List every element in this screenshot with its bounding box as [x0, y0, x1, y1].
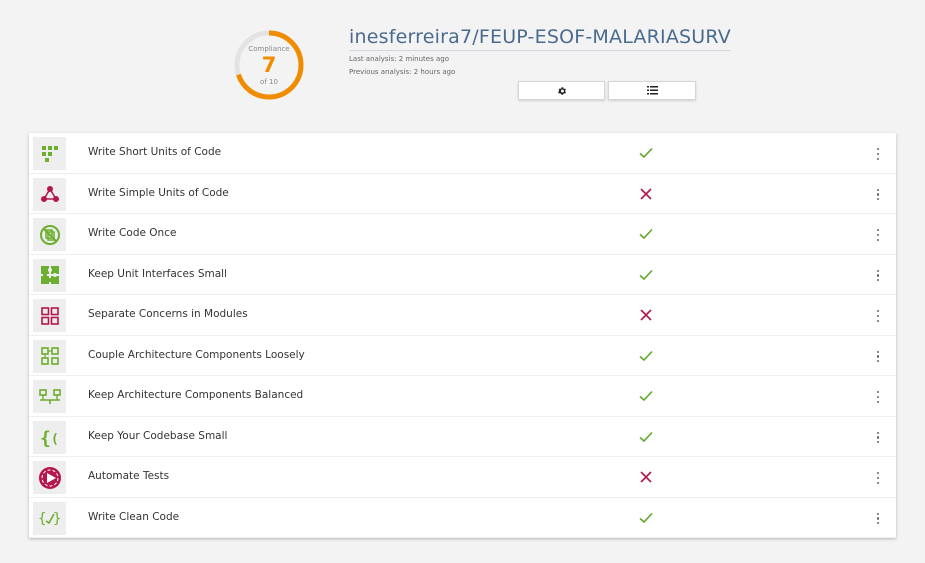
- guideline-label: Write Simple Units of Code: [88, 186, 229, 199]
- guideline-row[interactable]: Keep Unit Interfaces Small: [29, 255, 896, 295]
- guideline-label: Write Code Once: [88, 227, 177, 239]
- previous-analysis-time: Previous analysis: 2 hours ago: [349, 68, 456, 76]
- guideline-row[interactable]: Write Code Once: [29, 214, 896, 255]
- svg-text:{: {: [38, 511, 46, 527]
- guideline-label: Write Short Units of Code: [88, 146, 222, 158]
- simple-units-icon: [33, 177, 66, 211]
- check-icon: [638, 429, 654, 445]
- guideline-row[interactable]: Keep Architecture Components Balanced: [29, 376, 896, 417]
- braces-icon: {(: [33, 420, 66, 454]
- modules-icon: [33, 299, 66, 332]
- cross-icon: [638, 186, 654, 202]
- guidelines-list: Write Short Units of Code Write Simple Un…: [29, 133, 896, 538]
- guideline-row[interactable]: Couple Architecture Components Loosely: [29, 336, 896, 376]
- play-icon: [33, 461, 66, 494]
- guideline-label: Automate Tests: [88, 470, 170, 482]
- compliance-score: 7: [261, 53, 277, 77]
- more-options-icon[interactable]: [872, 470, 884, 486]
- check-icon: [638, 348, 654, 364]
- check-icon: [638, 388, 654, 404]
- clean-code-icon: {}: [33, 501, 66, 535]
- guideline-row[interactable]: Write Short Units of Code: [29, 133, 896, 174]
- list-icon: [646, 86, 658, 95]
- guideline-row[interactable]: Separate Concerns in Modules: [29, 295, 896, 336]
- settings-button[interactable]: [518, 81, 605, 100]
- svg-text:(: (: [51, 432, 59, 447]
- more-options-icon[interactable]: [872, 187, 884, 203]
- guideline-label: Keep Unit Interfaces Small: [88, 267, 227, 280]
- compliance-label: Compliance: [248, 45, 290, 53]
- more-options-icon[interactable]: [872, 268, 884, 284]
- repository-title[interactable]: inesferreira7/FEUP-ESOF-MALARIASURV: [349, 26, 731, 51]
- check-icon: [638, 145, 654, 161]
- guideline-row[interactable]: Automate Tests: [29, 457, 896, 498]
- gear-icon: [557, 86, 566, 95]
- loose-coupling-icon: [33, 339, 66, 373]
- guideline-row[interactable]: {( Keep Your Codebase Small: [29, 417, 896, 457]
- svg-text:}: }: [53, 511, 61, 527]
- cross-icon: [638, 307, 654, 323]
- more-options-icon[interactable]: [872, 511, 884, 527]
- cross-icon: [638, 469, 654, 485]
- guideline-label: Separate Concerns in Modules: [88, 308, 248, 320]
- check-icon: [638, 226, 654, 242]
- code-once-icon: [33, 218, 66, 251]
- check-icon: [638, 267, 654, 283]
- more-options-icon[interactable]: [872, 430, 884, 446]
- list-view-button[interactable]: [608, 81, 696, 100]
- guideline-label: Write Clean Code: [88, 510, 180, 523]
- compliance-gauge: Compliance 7 of 10: [233, 29, 305, 101]
- more-options-icon[interactable]: [872, 146, 884, 162]
- balance-icon: [33, 380, 66, 413]
- more-options-icon[interactable]: [872, 349, 884, 365]
- short-units-icon: [33, 137, 66, 170]
- guideline-label: Keep Architecture Components Balanced: [88, 389, 304, 401]
- more-options-icon[interactable]: [872, 389, 884, 405]
- check-icon: [638, 510, 654, 526]
- more-options-icon[interactable]: [872, 308, 884, 324]
- guideline-label: Couple Architecture Components Loosely: [88, 348, 305, 361]
- guideline-label: Keep Your Codebase Small: [88, 429, 228, 442]
- svg-text:{: {: [40, 428, 51, 448]
- compliance-max: of 10: [260, 78, 278, 86]
- last-analysis-time: Last analysis: 2 minutes ago: [349, 55, 449, 63]
- more-options-icon[interactable]: [872, 227, 884, 243]
- guideline-row[interactable]: Write Simple Units of Code: [29, 174, 896, 214]
- guideline-row[interactable]: {} Write Clean Code: [29, 498, 896, 538]
- puzzle-icon: [33, 258, 66, 292]
